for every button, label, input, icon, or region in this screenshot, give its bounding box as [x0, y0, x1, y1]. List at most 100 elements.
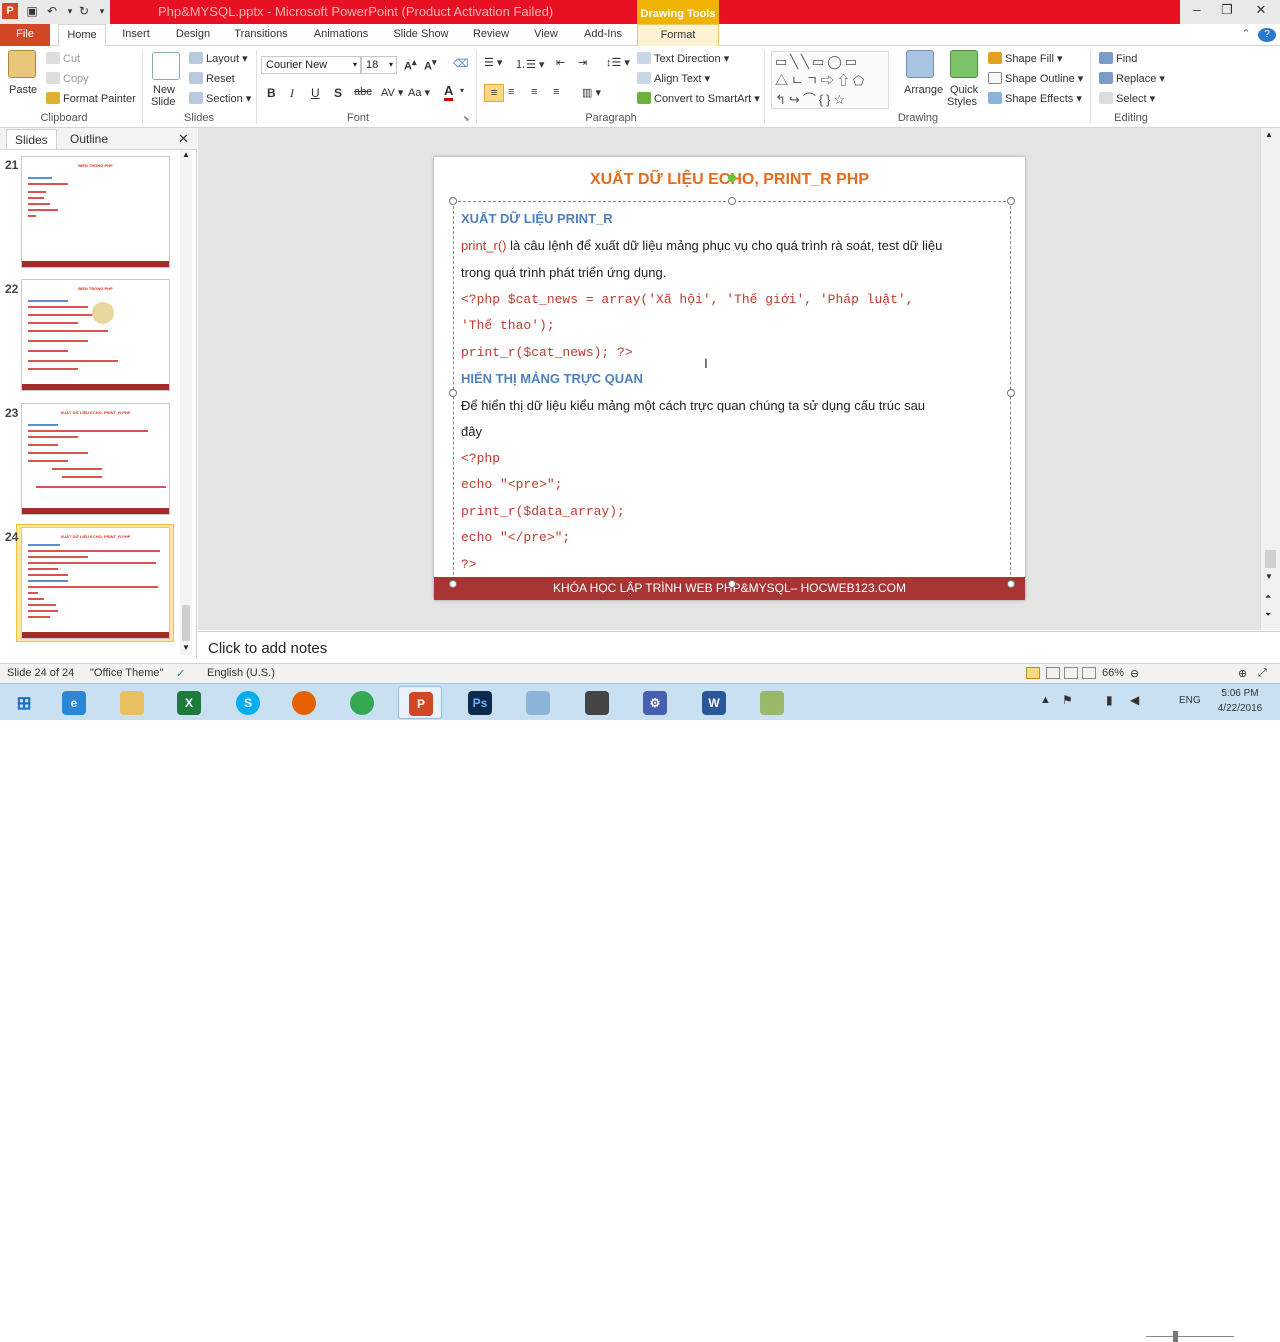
- arrange-icon[interactable]: [906, 50, 934, 78]
- tab-transitions[interactable]: Transitions: [228, 24, 294, 46]
- editor-scrollbar[interactable]: ▲ ▼ ⏶ ⏷: [1260, 128, 1280, 630]
- zoom-out-icon[interactable]: ⊖: [1130, 667, 1139, 680]
- zoom-slider-thumb[interactable]: [1173, 1331, 1178, 1342]
- line-spacing-icon[interactable]: ↕☰ ▾: [606, 56, 630, 69]
- select-button[interactable]: Select ▾: [1099, 92, 1155, 105]
- tab-design[interactable]: Design: [170, 24, 216, 46]
- italic-icon[interactable]: I: [290, 86, 294, 101]
- close-button[interactable]: ✕: [1244, 0, 1278, 22]
- paste-icon[interactable]: [8, 50, 36, 78]
- input-language[interactable]: ENG: [1179, 695, 1201, 706]
- strikethrough-icon[interactable]: abc: [354, 86, 372, 98]
- resize-handle[interactable]: [1007, 580, 1015, 588]
- scroll-down-icon[interactable]: ▼: [180, 643, 192, 655]
- slide-show-icon[interactable]: [1082, 667, 1096, 679]
- arrange-button[interactable]: Arrange: [904, 84, 943, 96]
- zoom-in-icon[interactable]: ⊕: [1238, 667, 1247, 680]
- decrease-indent-icon[interactable]: ⇤: [556, 56, 565, 69]
- shapes-gallery[interactable]: ▭╲╲▭◯▭ △ㄴㄱ⇨⇧⬠ ↰↪⌒{}☆: [771, 51, 889, 109]
- resize-handle[interactable]: [728, 197, 736, 205]
- scroll-down-icon[interactable]: ▼: [1265, 572, 1273, 581]
- columns-icon[interactable]: ▥ ▾: [582, 86, 601, 99]
- fit-slide-icon[interactable]: ⤢: [1258, 667, 1267, 680]
- tab-view[interactable]: View: [527, 24, 565, 46]
- minimize-button[interactable]: –: [1180, 0, 1214, 22]
- tab-format[interactable]: Format: [637, 24, 719, 46]
- scrollbar-thumb[interactable]: [182, 605, 190, 641]
- taskbar-internet-explorer[interactable]: e: [52, 686, 96, 719]
- section-button[interactable]: Section ▾: [189, 92, 251, 105]
- network-icon[interactable]: ▮: [1106, 693, 1113, 707]
- shadow-icon[interactable]: S: [334, 86, 342, 100]
- taskbar-settings[interactable]: ⚙: [633, 686, 677, 719]
- tab-file[interactable]: File: [0, 24, 50, 46]
- underline-icon[interactable]: U: [311, 86, 320, 100]
- shape-outline-button[interactable]: Shape Outline ▾: [988, 72, 1083, 85]
- font-color-dropdown-icon[interactable]: ▾: [460, 86, 464, 95]
- taskbar-powerpoint[interactable]: P: [398, 686, 442, 719]
- align-center-icon[interactable]: ≡: [508, 86, 514, 98]
- slide-canvas[interactable]: XUẤT DỮ LIỆU ECHO, PRINT_R PHP XUẤT DỮ L…: [434, 157, 1025, 600]
- tab-insert[interactable]: Insert: [116, 24, 156, 46]
- resize-handle[interactable]: [449, 389, 457, 397]
- resize-handle[interactable]: [728, 580, 736, 588]
- new-slide-label-2[interactable]: Slide: [151, 96, 175, 108]
- font-name-combo[interactable]: Courier New ▾: [261, 56, 361, 74]
- slide-thumbnail-21[interactable]: BIẾN TRONG PHP: [21, 156, 170, 268]
- shrink-font-icon[interactable]: A▾: [424, 57, 437, 73]
- resize-handle[interactable]: [449, 580, 457, 588]
- rotation-handle[interactable]: [728, 174, 736, 182]
- convert-smartart-button[interactable]: Convert to SmartArt ▾: [637, 92, 760, 105]
- notes-placeholder[interactable]: Click to add notes: [208, 640, 327, 657]
- new-slide-icon[interactable]: [152, 52, 180, 80]
- char-spacing-icon[interactable]: AV ▾: [381, 86, 403, 99]
- taskbar-word[interactable]: W: [692, 686, 736, 719]
- tab-outline[interactable]: Outline: [62, 129, 116, 149]
- powerpoint-app-icon[interactable]: P: [2, 3, 18, 19]
- help-icon[interactable]: ?: [1258, 28, 1276, 42]
- content-textbox[interactable]: XUẤT DỮ LIỆU PRINT_R print_r() là câu lệ…: [453, 201, 1011, 585]
- shape-effects-button[interactable]: Shape Effects ▾: [988, 92, 1082, 105]
- font-dialog-launcher-icon[interactable]: ⬊: [463, 114, 470, 123]
- taskbar-app-cube[interactable]: [516, 686, 560, 719]
- zoom-level[interactable]: 66%: [1102, 667, 1124, 679]
- taskbar-app-archive[interactable]: [750, 686, 794, 719]
- tab-animations[interactable]: Animations: [307, 24, 375, 46]
- restore-button[interactable]: ❐: [1210, 0, 1244, 22]
- taskbar-photoshop[interactable]: Ps: [458, 686, 502, 719]
- tab-home[interactable]: Home: [58, 24, 106, 47]
- slide-thumbnail-24[interactable]: XUẤT DỮ LIỆU ECHO, PRINT_R PHP: [21, 527, 170, 639]
- redo-icon[interactable]: ↻: [76, 3, 92, 19]
- zoom-slider[interactable]: [1146, 1336, 1234, 1337]
- clock-date[interactable]: 4/22/2016: [1212, 703, 1268, 714]
- tab-slides[interactable]: Slides: [6, 129, 57, 149]
- bullets-icon[interactable]: ☰ ▾: [484, 56, 502, 69]
- volume-icon[interactable]: ◀: [1130, 693, 1139, 707]
- new-slide-label-1[interactable]: New: [153, 84, 175, 96]
- paste-button[interactable]: Paste: [9, 84, 37, 96]
- shape-fill-button[interactable]: Shape Fill ▾: [988, 52, 1063, 65]
- previous-slide-icon[interactable]: ⏶: [1265, 592, 1271, 602]
- spellcheck-icon[interactable]: ✓: [176, 667, 185, 680]
- copy-button[interactable]: Copy: [46, 72, 89, 85]
- justify-icon[interactable]: ≡: [553, 86, 559, 98]
- align-right-icon[interactable]: ≡: [531, 86, 537, 98]
- tab-add-ins[interactable]: Add-Ins: [578, 24, 628, 46]
- change-case-icon[interactable]: Aa ▾: [408, 86, 430, 99]
- clock-time[interactable]: 5:06 PM: [1216, 688, 1264, 699]
- close-panel-icon[interactable]: ✕: [170, 129, 197, 149]
- notes-pane[interactable]: Click to add notes: [198, 631, 1280, 663]
- tab-slide-show[interactable]: Slide Show: [388, 24, 454, 46]
- resize-handle[interactable]: [449, 197, 457, 205]
- replace-button[interactable]: Replace ▾: [1099, 72, 1165, 85]
- tab-review[interactable]: Review: [468, 24, 514, 46]
- normal-view-icon[interactable]: [1026, 667, 1040, 679]
- cut-button[interactable]: Cut: [46, 52, 80, 65]
- taskbar-chrome[interactable]: [340, 686, 384, 719]
- reset-button[interactable]: Reset: [189, 72, 235, 85]
- align-text-button[interactable]: Align Text ▾: [637, 72, 710, 85]
- resize-handle[interactable]: [1007, 389, 1015, 397]
- taskbar-excel[interactable]: X: [167, 686, 211, 719]
- font-size-combo[interactable]: 18 ▾: [361, 56, 397, 74]
- scroll-up-icon[interactable]: ▲: [1265, 130, 1273, 139]
